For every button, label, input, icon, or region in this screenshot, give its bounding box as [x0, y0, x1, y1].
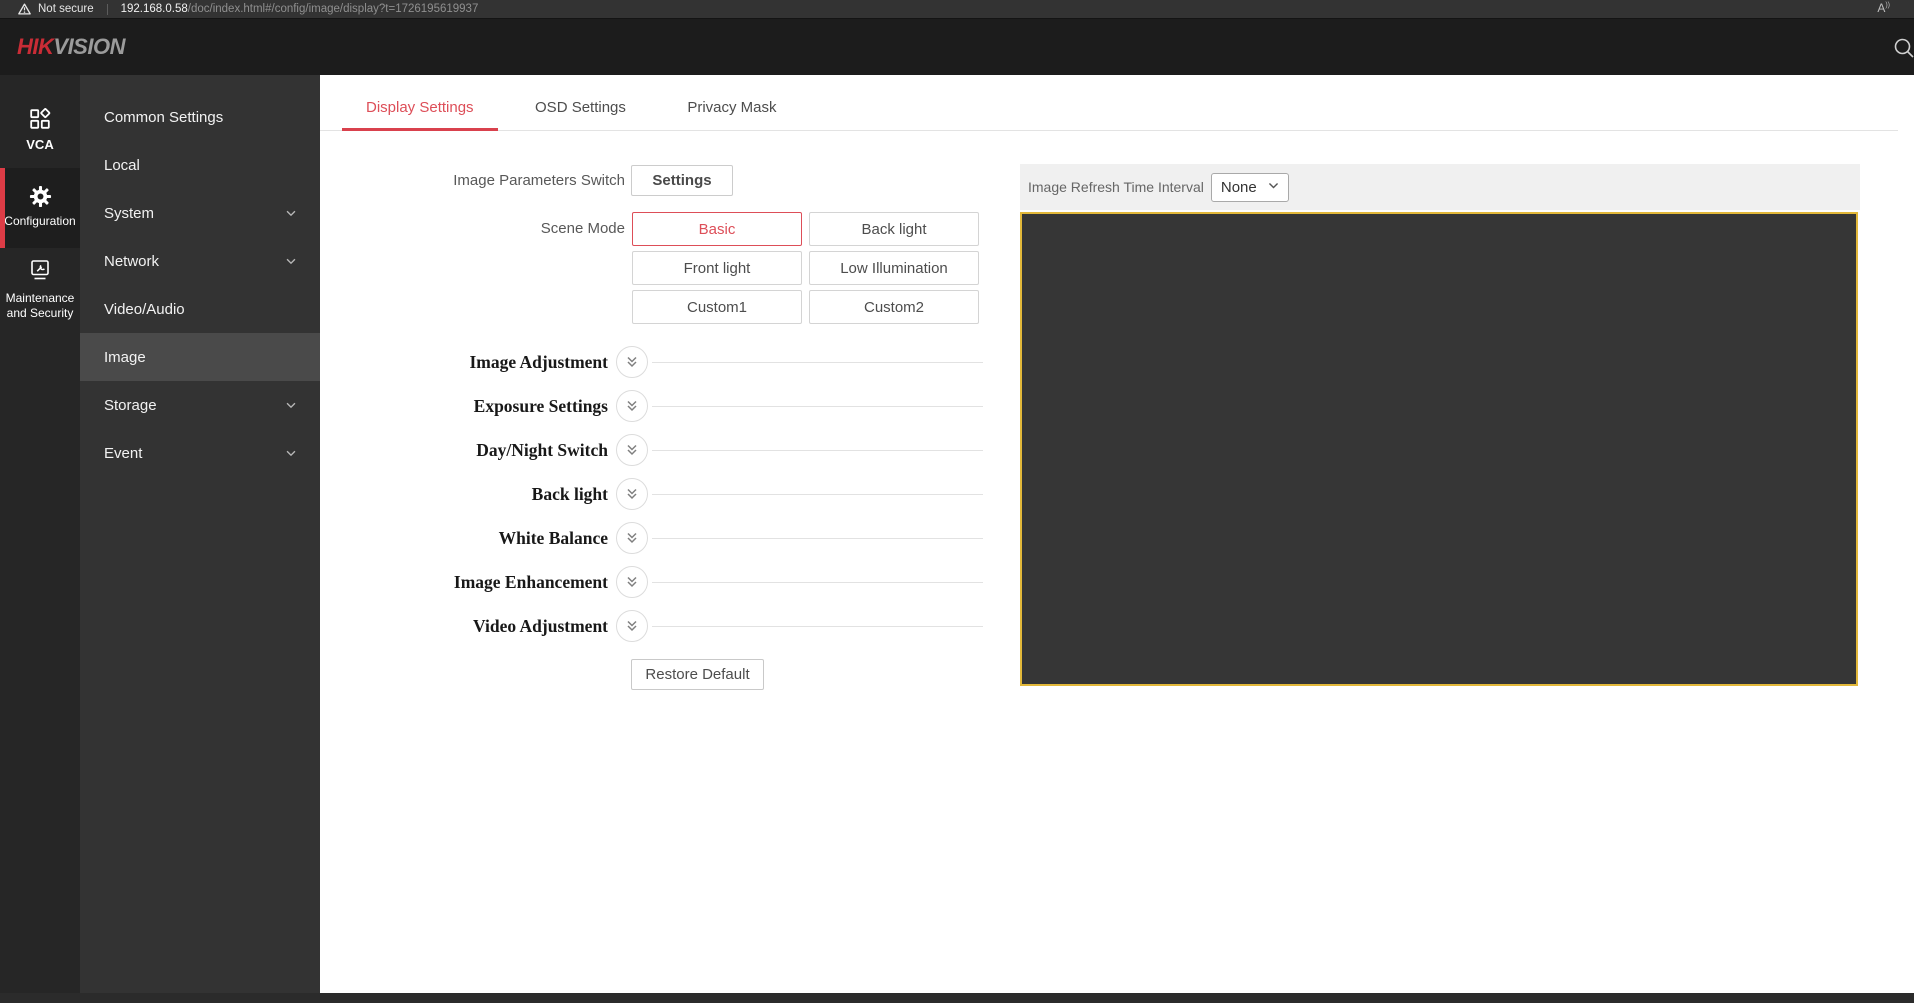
section-divider	[652, 626, 983, 627]
rail-item-label: Configuration	[4, 214, 75, 228]
section-label: Exposure Settings	[320, 390, 608, 422]
expand-section-button[interactable]	[616, 390, 648, 422]
menu-item-local[interactable]: Local	[80, 141, 320, 189]
scene-mode-label: Scene Mode	[320, 212, 625, 246]
section-label: Image Enhancement	[320, 566, 608, 598]
menu-item-video-audio[interactable]: Video/Audio	[80, 285, 320, 333]
rail-item-vca[interactable]: VCA	[0, 107, 80, 152]
preview-toolbar: Image Refresh Time Interval None	[1020, 164, 1860, 210]
configuration-menu: Common Settings Local System Network Vid…	[80, 75, 320, 993]
app-header: HIKVISION	[0, 19, 1914, 75]
scene-mode-back-light-button[interactable]: Back light	[809, 212, 979, 246]
page-url[interactable]: 192.168.0.58/doc/index.html#/config/imag…	[121, 3, 479, 15]
section-exposure-settings: Exposure Settings	[320, 390, 1000, 422]
scene-mode-custom1-button[interactable]: Custom1	[632, 290, 802, 324]
section-label: White Balance	[320, 522, 608, 554]
section-day-night-switch: Day/Night Switch	[320, 434, 1000, 466]
expand-section-button[interactable]	[616, 478, 648, 510]
browser-address-bar: Not secure 192.168.0.58/doc/index.html#/…	[0, 0, 1914, 19]
section-divider	[652, 362, 983, 363]
chevron-down-icon	[284, 254, 298, 268]
section-label: Image Adjustment	[320, 346, 608, 378]
section-video-adjustment: Video Adjustment	[320, 610, 1000, 642]
section-label: Day/Night Switch	[320, 434, 608, 466]
rail-item-configuration[interactable]: Configuration	[0, 168, 80, 248]
section-label: Back light	[320, 478, 608, 510]
tab-osd-settings[interactable]: OSD Settings	[511, 95, 650, 131]
main-content: Display Settings OSD Settings Privacy Ma…	[320, 75, 1914, 993]
scene-mode-low-illumination-button[interactable]: Low Illumination	[809, 251, 979, 285]
scene-mode-custom2-button[interactable]: Custom2	[809, 290, 979, 324]
rail-item-maintenance-security[interactable]: Maintenance and Security	[0, 258, 80, 321]
section-divider	[652, 450, 983, 451]
section-divider	[652, 494, 983, 495]
module-rail: VCA	[0, 75, 80, 993]
section-back-light: Back light	[320, 478, 1000, 510]
gear-icon	[0, 185, 80, 211]
expand-section-button[interactable]	[616, 610, 648, 642]
chevron-down-icon	[284, 446, 298, 460]
menu-item-image[interactable]: Image	[80, 333, 320, 381]
security-status[interactable]: Not secure	[38, 3, 94, 15]
section-image-enhancement: Image Enhancement	[320, 566, 1000, 598]
tab-display-settings[interactable]: Display Settings	[342, 95, 498, 131]
chevron-down-icon	[1267, 179, 1280, 196]
search-icon[interactable]	[1892, 36, 1914, 60]
live-view-area	[1020, 212, 1858, 686]
refresh-interval-select[interactable]: None	[1211, 173, 1289, 202]
expand-section-button[interactable]	[616, 566, 648, 598]
section-white-balance: White Balance	[320, 522, 1000, 554]
refresh-interval-label: Image Refresh Time Interval	[1028, 179, 1204, 195]
rail-item-label: VCA	[26, 137, 53, 152]
refresh-interval-value: None	[1221, 179, 1257, 196]
section-divider	[652, 406, 983, 407]
menu-item-network[interactable]: Network	[80, 237, 320, 285]
bottom-edge-strip	[0, 993, 1914, 1003]
warning-triangle-icon[interactable]	[18, 3, 31, 15]
section-divider	[652, 582, 983, 583]
tab-bar: Display Settings OSD Settings Privacy Ma…	[320, 95, 1898, 131]
scene-mode-front-light-button[interactable]: Front light	[632, 251, 802, 285]
settings-button[interactable]: Settings	[631, 165, 733, 196]
chevron-down-icon	[284, 206, 298, 220]
rail-item-label: and Security	[7, 306, 74, 320]
expand-section-button[interactable]	[616, 346, 648, 378]
maintenance-icon	[0, 258, 80, 288]
menu-item-storage[interactable]: Storage	[80, 381, 320, 429]
restore-default-button[interactable]: Restore Default	[631, 659, 764, 690]
menu-item-system[interactable]: System	[80, 189, 320, 237]
scene-mode-basic-button[interactable]: Basic	[632, 212, 802, 246]
menu-item-common-settings[interactable]: Common Settings	[80, 93, 320, 141]
vca-modules-icon	[0, 107, 80, 134]
chevron-down-icon	[284, 398, 298, 412]
menu-item-event[interactable]: Event	[80, 429, 320, 477]
section-image-adjustment: Image Adjustment	[320, 346, 1000, 378]
image-parameters-switch-label: Image Parameters Switch	[320, 165, 625, 196]
address-bar-divider	[107, 4, 108, 15]
section-divider	[652, 538, 983, 539]
rail-item-label: Maintenance	[6, 291, 75, 305]
expand-section-button[interactable]	[616, 434, 648, 466]
read-aloud-icon[interactable]: A))	[1877, 1, 1890, 15]
screen: Not secure 192.168.0.58/doc/index.html#/…	[0, 0, 1914, 1003]
hikvision-logo: HIKVISION	[17, 34, 125, 60]
section-label: Video Adjustment	[320, 610, 608, 642]
tab-privacy-mask[interactable]: Privacy Mask	[663, 95, 800, 131]
expand-section-button[interactable]	[616, 522, 648, 554]
